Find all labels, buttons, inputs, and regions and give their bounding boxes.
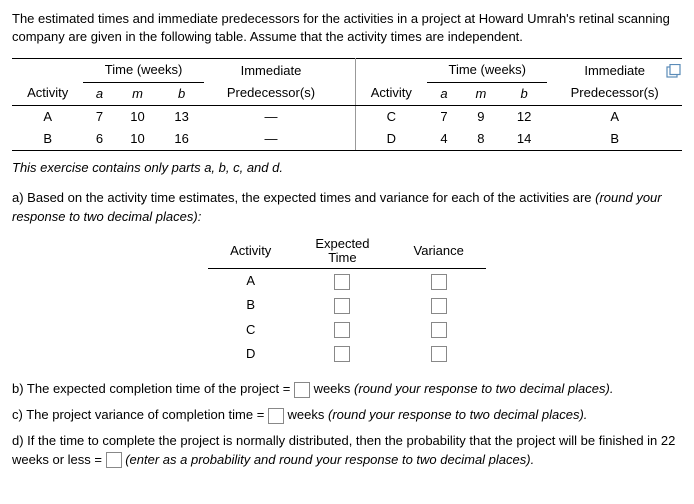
cell: 13 (160, 105, 204, 128)
cell: C (355, 105, 427, 128)
part-b-text1: b) The expected completion time of the p… (12, 381, 294, 396)
expected-input-a[interactable] (334, 274, 350, 290)
immediate-header-left: Immediate (204, 59, 339, 82)
part-d: d) If the time to complete the project i… (12, 432, 682, 468)
answer-row: D (208, 342, 486, 366)
cell: 6 (83, 128, 115, 151)
immediate-header-right: Immediate (547, 59, 682, 82)
variance-input-b[interactable] (431, 298, 447, 314)
part-b-text3: (round your response to two decimal plac… (354, 381, 613, 396)
cell: C (208, 318, 293, 342)
answer-row: B (208, 293, 486, 317)
cell: D (355, 128, 427, 151)
answer-row: A (208, 269, 486, 294)
cell: 12 (501, 105, 547, 128)
cell: 4 (427, 128, 461, 151)
part-a-text1: a) Based on the activity time estimates,… (12, 190, 595, 205)
cell: A (208, 269, 293, 294)
part-b-input[interactable] (294, 382, 310, 398)
col-a-right: a (427, 82, 461, 105)
ans-col-variance: Variance (392, 234, 486, 269)
ans-col-activity: Activity (208, 234, 293, 269)
col-pred-left: Predecessor(s) (204, 82, 339, 105)
part-d-text3: (enter as a probability and round your r… (125, 452, 534, 467)
time-header-left: Time (weeks) (83, 59, 203, 82)
activity-table: Time (weeks) Immediate Time (weeks) Imme… (12, 58, 682, 151)
ans-col-expected: ExpectedTime (293, 234, 391, 269)
cell: 9 (461, 105, 501, 128)
cell: A (12, 105, 83, 128)
table-row: A 7 10 13 — C 7 9 12 A (12, 105, 682, 128)
cell: 7 (427, 105, 461, 128)
problem-intro: The estimated times and immediate predec… (12, 10, 682, 46)
col-activity-right: Activity (355, 82, 427, 105)
cell: — (204, 128, 339, 151)
copy-icon[interactable] (666, 64, 682, 83)
col-a-left: a (83, 82, 115, 105)
cell: 16 (160, 128, 204, 151)
part-c: c) The project variance of completion ti… (12, 406, 682, 424)
cell: B (12, 128, 83, 151)
answer-row: C (208, 318, 486, 342)
cell: 14 (501, 128, 547, 151)
part-b: b) The expected completion time of the p… (12, 380, 682, 398)
cell: — (204, 105, 339, 128)
exercise-note: This exercise contains only parts a, b, … (12, 159, 682, 177)
variance-input-d[interactable] (431, 346, 447, 362)
cell: B (208, 293, 293, 317)
variance-input-c[interactable] (431, 322, 447, 338)
cell: 10 (115, 105, 159, 128)
expected-input-b[interactable] (334, 298, 350, 314)
col-b-right: b (501, 82, 547, 105)
cell: 8 (461, 128, 501, 151)
part-d-input[interactable] (106, 452, 122, 468)
col-pred-right: Predecessor(s) (547, 82, 682, 105)
answer-table: Activity ExpectedTime Variance A B C D (208, 234, 486, 366)
part-c-text2: weeks (284, 407, 328, 422)
cell: B (547, 128, 682, 151)
part-c-text1: c) The project variance of completion ti… (12, 407, 268, 422)
cell: A (547, 105, 682, 128)
part-c-text3: (round your response to two decimal plac… (328, 407, 587, 422)
expected-input-c[interactable] (334, 322, 350, 338)
cell: 7 (83, 105, 115, 128)
cell: D (208, 342, 293, 366)
cell: 10 (115, 128, 159, 151)
table-row: B 6 10 16 — D 4 8 14 B (12, 128, 682, 151)
col-m-left: m (115, 82, 159, 105)
variance-input-a[interactable] (431, 274, 447, 290)
col-b-left: b (160, 82, 204, 105)
part-a: a) Based on the activity time estimates,… (12, 189, 682, 225)
col-m-right: m (461, 82, 501, 105)
part-b-text2: weeks (310, 381, 354, 396)
time-header-right: Time (weeks) (427, 59, 547, 82)
part-c-input[interactable] (268, 408, 284, 424)
col-activity-left: Activity (12, 82, 83, 105)
expected-input-d[interactable] (334, 346, 350, 362)
